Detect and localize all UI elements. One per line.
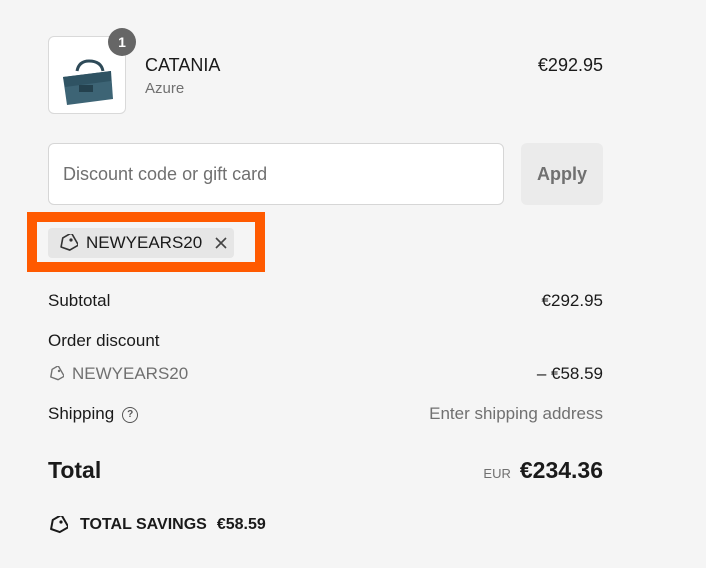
discount-code-input[interactable] <box>48 143 504 205</box>
applied-code-label: NEWYEARS20 <box>86 233 203 252</box>
help-icon[interactable]: ? <box>122 406 139 423</box>
order-discount-label: Order discount <box>48 331 160 350</box>
quantity-badge: 1 <box>108 28 136 56</box>
product-variant: Azure <box>145 80 185 97</box>
currency-code: EUR <box>483 466 511 481</box>
shipping-value: Enter shipping address <box>429 404 603 423</box>
total-amount: €234.36 <box>519 457 603 483</box>
tag-icon <box>58 234 78 252</box>
subtotal-label: Subtotal <box>48 291 111 310</box>
savings-amount: €58.59 <box>216 516 266 533</box>
apply-button[interactable]: Apply <box>521 143 603 205</box>
subtotal-value: €292.95 <box>541 291 603 310</box>
total-label: Total <box>48 457 102 483</box>
product-name: CATANIA <box>145 55 221 75</box>
shipping-label: Shipping <box>48 404 115 423</box>
applied-discount-chip: NEWYEARS20 <box>48 228 234 258</box>
total-value-group: EUR €234.36 <box>483 457 603 484</box>
discount-value: – €58.59 <box>536 364 603 383</box>
total-savings: TOTAL SAVINGS €58.59 <box>48 516 266 534</box>
tag-icon <box>48 366 64 382</box>
savings-label: TOTAL SAVINGS <box>80 516 207 533</box>
shipping-row: Shipping? <box>48 404 139 424</box>
discount-code-text: NEWYEARS20 <box>72 364 189 383</box>
remove-code-icon[interactable] <box>214 236 228 250</box>
savings-tag-icon <box>48 516 68 534</box>
discount-code-line: NEWYEARS20 <box>48 364 188 384</box>
product-price: €292.95 <box>537 55 603 75</box>
